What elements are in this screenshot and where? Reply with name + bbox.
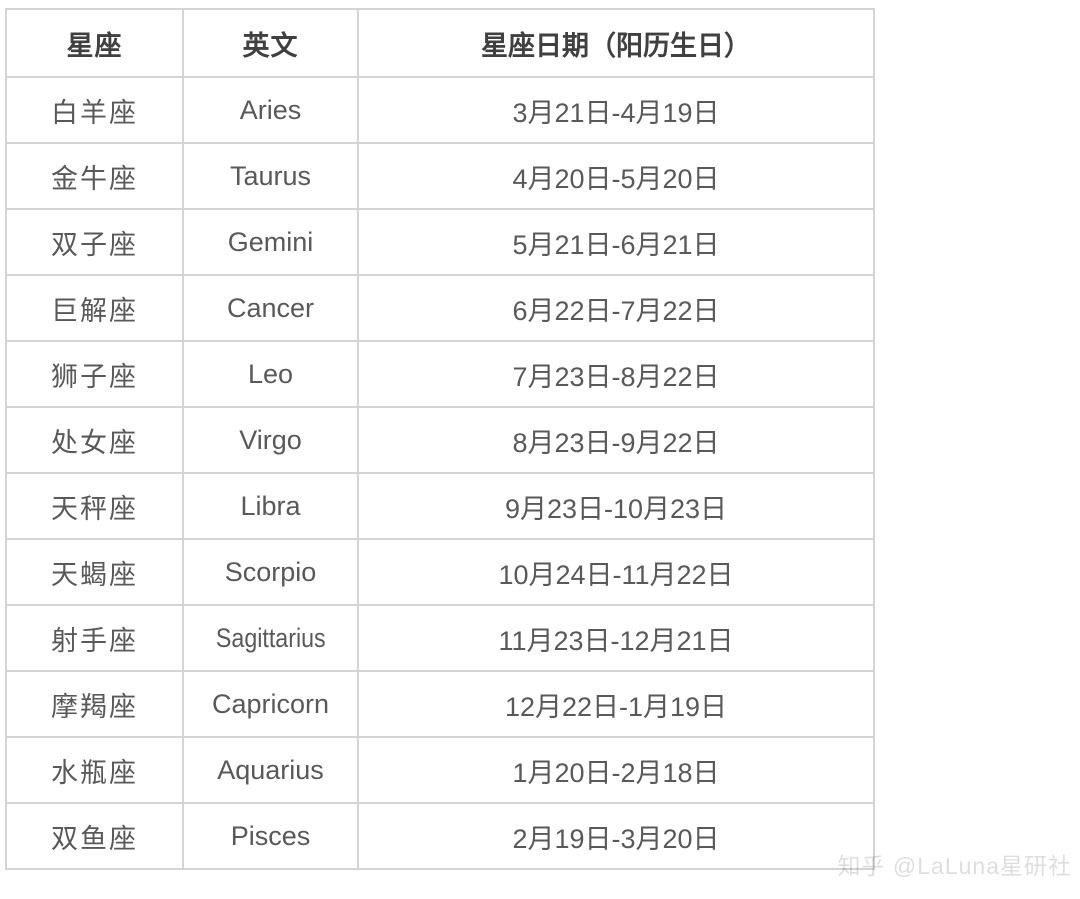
- cell-zodiac-sign: 金牛座: [5, 142, 184, 210]
- english-name-text: Gemini: [227, 226, 314, 257]
- cell-english-name: Leo: [182, 340, 359, 408]
- english-name-text: Aquarius: [217, 754, 324, 785]
- cell-date-range: 11月23日-12月21日: [357, 604, 875, 672]
- cell-zodiac-sign: 天蝎座: [5, 538, 184, 606]
- table-row: 射手座 Sagittarius 11月23日-12月21日: [5, 604, 875, 672]
- cell-date-range: 5月21日-6月21日: [357, 208, 875, 276]
- table-row: 金牛座 Taurus 4月20日-5月20日: [5, 142, 875, 210]
- cell-date-range: 3月21日-4月19日: [357, 76, 875, 144]
- table-row: 天秤座 Libra 9月23日-10月23日: [5, 472, 875, 540]
- cell-english-name: Sagittarius: [182, 604, 359, 672]
- cell-english-name: Scorpio: [182, 538, 359, 606]
- table-row: 处女座 Virgo 8月23日-9月22日: [5, 406, 875, 474]
- cell-english-name: Libra: [182, 472, 359, 540]
- english-name-text: Sagittarius: [215, 622, 326, 653]
- column-header-dates: 星座日期（阳历生日）: [357, 8, 875, 78]
- cell-english-name: Cancer: [182, 274, 359, 342]
- cell-zodiac-sign: 巨解座: [5, 274, 184, 342]
- cell-english-name: Virgo: [182, 406, 359, 474]
- column-header-sign: 星座: [5, 8, 184, 78]
- cell-english-name: Aquarius: [182, 736, 359, 804]
- cell-zodiac-sign: 天秤座: [5, 472, 184, 540]
- cell-english-name: Gemini: [182, 208, 359, 276]
- cell-english-name: Taurus: [182, 142, 359, 210]
- cell-date-range: 7月23日-8月22日: [357, 340, 875, 408]
- english-name-text: Aries: [239, 94, 302, 125]
- cell-date-range: 4月20日-5月20日: [357, 142, 875, 210]
- cell-zodiac-sign: 处女座: [5, 406, 184, 474]
- cell-date-range: 12月22日-1月19日: [357, 670, 875, 738]
- table-row: 水瓶座 Aquarius 1月20日-2月18日: [5, 736, 875, 804]
- english-name-text: Capricorn: [211, 688, 330, 719]
- table-row: 白羊座 Aries 3月21日-4月19日: [5, 76, 875, 144]
- cell-english-name: Aries: [182, 76, 359, 144]
- english-name-text: Taurus: [229, 160, 312, 191]
- english-name-text: Leo: [247, 358, 294, 389]
- table-row: 巨解座 Cancer 6月22日-7月22日: [5, 274, 875, 342]
- cell-english-name: Capricorn: [182, 670, 359, 738]
- english-name-text: Cancer: [226, 292, 315, 323]
- table-row: 双鱼座 Pisces 2月19日-3月20日: [5, 802, 875, 870]
- table-header: 星座 英文 星座日期（阳历生日）: [5, 8, 875, 78]
- english-name-text: Libra: [240, 490, 301, 521]
- cell-date-range: 10月24日-11月22日: [357, 538, 875, 606]
- table-body: 白羊座 Aries 3月21日-4月19日 金牛座 Taurus 4月20日-5月20日双…: [5, 76, 875, 870]
- cell-zodiac-sign: 白羊座: [5, 76, 184, 144]
- cell-zodiac-sign: 狮子座: [5, 340, 184, 408]
- cell-date-range: 2月19日-3月20日: [357, 802, 875, 870]
- cell-zodiac-sign: 双鱼座: [5, 802, 184, 870]
- zodiac-table-container: 星座 英文 星座日期（阳历生日） 白羊座 Aries 3月21日-4月19日金牛座 T…: [5, 8, 875, 870]
- cell-zodiac-sign: 双子座: [5, 208, 184, 276]
- cell-zodiac-sign: 摩羯座: [5, 670, 184, 738]
- table-row: 双子座 Gemini 5月21日-6月21日: [5, 208, 875, 276]
- cell-date-range: 6月22日-7月22日: [357, 274, 875, 342]
- english-name-text: Virgo: [239, 424, 302, 455]
- cell-zodiac-sign: 水瓶座: [5, 736, 184, 804]
- table-header-row: 星座 英文 星座日期（阳历生日）: [5, 8, 875, 78]
- cell-zodiac-sign: 射手座: [5, 604, 184, 672]
- english-name-text: Pisces: [230, 820, 311, 851]
- table-row: 狮子座 Leo 7月23日-8月22日: [5, 340, 875, 408]
- table-row: 摩羯座 Capricorn 12月22日-1月19日: [5, 670, 875, 738]
- cell-date-range: 8月23日-9月22日: [357, 406, 875, 474]
- english-name-text: Scorpio: [224, 556, 317, 587]
- zodiac-date-table: 星座 英文 星座日期（阳历生日） 白羊座 Aries 3月21日-4月19日金牛座 T…: [5, 8, 875, 870]
- column-header-english: 英文: [182, 8, 359, 78]
- table-row: 天蝎座 Scorpio 10月24日-11月22日: [5, 538, 875, 606]
- cell-date-range: 9月23日-10月23日: [357, 472, 875, 540]
- cell-date-range: 1月20日-2月18日: [357, 736, 875, 804]
- cell-english-name: Pisces: [182, 802, 359, 870]
